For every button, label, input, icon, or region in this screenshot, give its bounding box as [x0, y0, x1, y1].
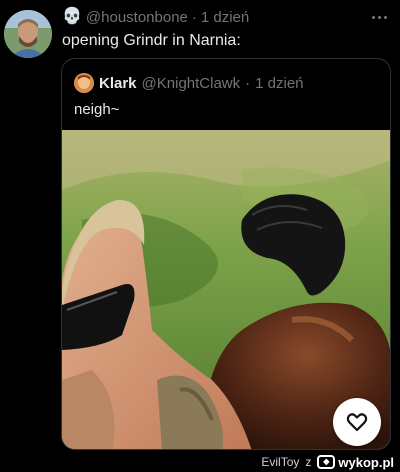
footer: EvilToy z ◆ wykop.pl	[261, 452, 394, 472]
like-button[interactable]	[333, 398, 381, 446]
quoted-timestamp[interactable]: 1 dzień	[255, 75, 303, 92]
footer-joiner: z	[305, 455, 312, 469]
tweet-text: opening Grindr in Narnia:	[62, 32, 241, 49]
tweet-header: 💀 @houstonbone · 1 dzień	[62, 6, 249, 28]
tweet: 💀 @houstonbone · 1 dzień opening Grindr …	[0, 0, 400, 452]
footer-author[interactable]: EvilToy	[261, 455, 299, 469]
brand-name: wykop.pl	[338, 454, 394, 470]
quoted-author-name[interactable]: Klark	[99, 75, 137, 92]
quoted-tweet-header: Klark @KnightClawk · 1 dzień	[74, 72, 304, 94]
author-handle[interactable]: @houstonbone	[86, 9, 188, 26]
separator-dot: ·	[245, 74, 251, 92]
timestamp[interactable]: 1 dzień	[201, 9, 249, 26]
quoted-tweet-text: neigh~	[74, 101, 120, 118]
avatar[interactable]	[4, 10, 52, 58]
quoted-avatar[interactable]	[74, 73, 94, 93]
more-horizontal-icon[interactable]	[368, 8, 390, 26]
skull-emoji: 💀	[62, 8, 82, 25]
heart-icon	[346, 413, 368, 432]
wykop-logo-icon: ◆	[317, 455, 336, 469]
quoted-author-handle[interactable]: @KnightClawk	[142, 75, 241, 92]
wykop-brand[interactable]: ◆ wykop.pl	[317, 455, 394, 470]
separator-dot: ·	[191, 8, 197, 26]
quoted-tweet[interactable]: Klark @KnightClawk · 1 dzień neigh~	[61, 58, 391, 450]
